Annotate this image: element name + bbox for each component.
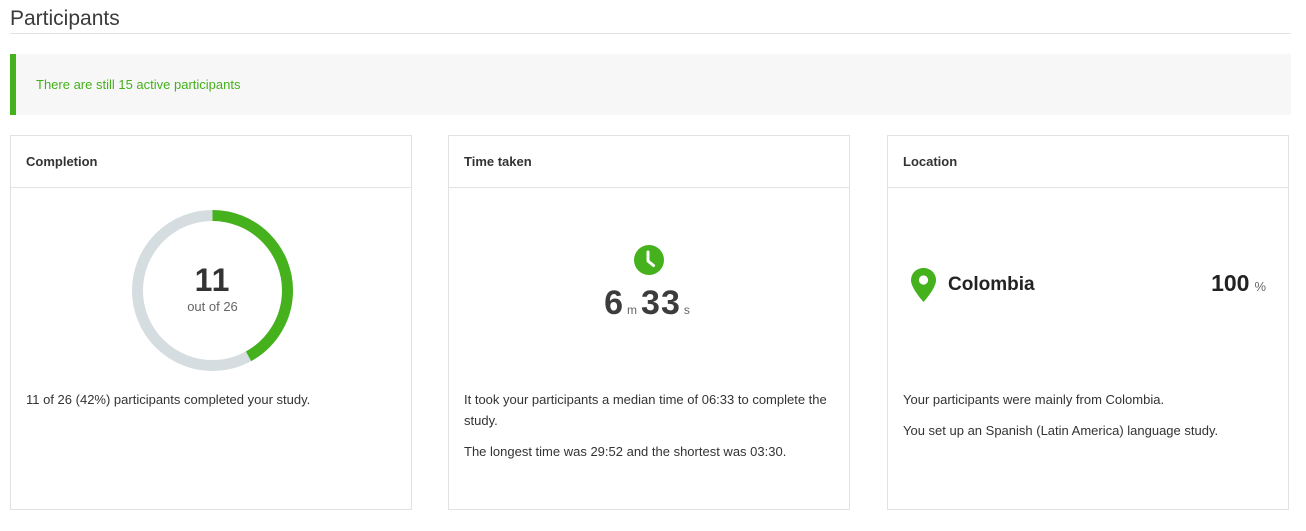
- location-percent-value: 100: [1211, 270, 1250, 296]
- location-card: Location Colombia 100 % Your participant…: [887, 135, 1289, 510]
- location-country: Colombia: [948, 274, 1035, 295]
- time-taken-card-title: Time taken: [449, 136, 849, 188]
- seconds-unit: s: [683, 303, 690, 317]
- completion-summary: 11 of 26 (42%) participants completed yo…: [26, 392, 311, 407]
- alert-text: There are still 15 active participants: [36, 77, 241, 92]
- location-description-country: Your participants were mainly from Colom…: [903, 392, 1165, 407]
- median-minutes: 6: [604, 284, 625, 322]
- completion-card: Completion 11 out of 26 11 of 26 (42%) p…: [10, 135, 412, 510]
- location-percentage: 100 %: [1211, 270, 1266, 297]
- location-description-language: You set up an Spanish (Latin America) la…: [903, 423, 1219, 438]
- minutes-unit: m: [627, 303, 638, 317]
- completed-count: 11: [194, 262, 231, 298]
- median-time: 6 m 33 s: [449, 284, 849, 323]
- completion-donut: 11 out of 26: [131, 209, 294, 372]
- map-pin-icon: [911, 268, 936, 302]
- donut-center: 11 out of 26: [131, 209, 294, 372]
- completion-card-title: Completion: [11, 136, 411, 188]
- participants-page: Participants There are still 15 active p…: [0, 0, 1306, 531]
- clock-icon: [634, 245, 664, 275]
- location-percent-symbol: %: [1254, 279, 1266, 294]
- location-card-title: Location: [888, 136, 1288, 188]
- title-divider: [10, 33, 1291, 34]
- median-seconds: 33: [641, 284, 681, 322]
- time-description-range: The longest time was 29:52 and the short…: [464, 444, 787, 459]
- time-taken-card: Time taken 6 m 33 s It took your partici…: [448, 135, 850, 510]
- active-participants-alert: There are still 15 active participants: [10, 54, 1291, 115]
- page-title: Participants: [10, 7, 120, 30]
- time-description-median: It took your participants a median time …: [464, 392, 827, 428]
- out-of-total: out of 26: [187, 299, 238, 314]
